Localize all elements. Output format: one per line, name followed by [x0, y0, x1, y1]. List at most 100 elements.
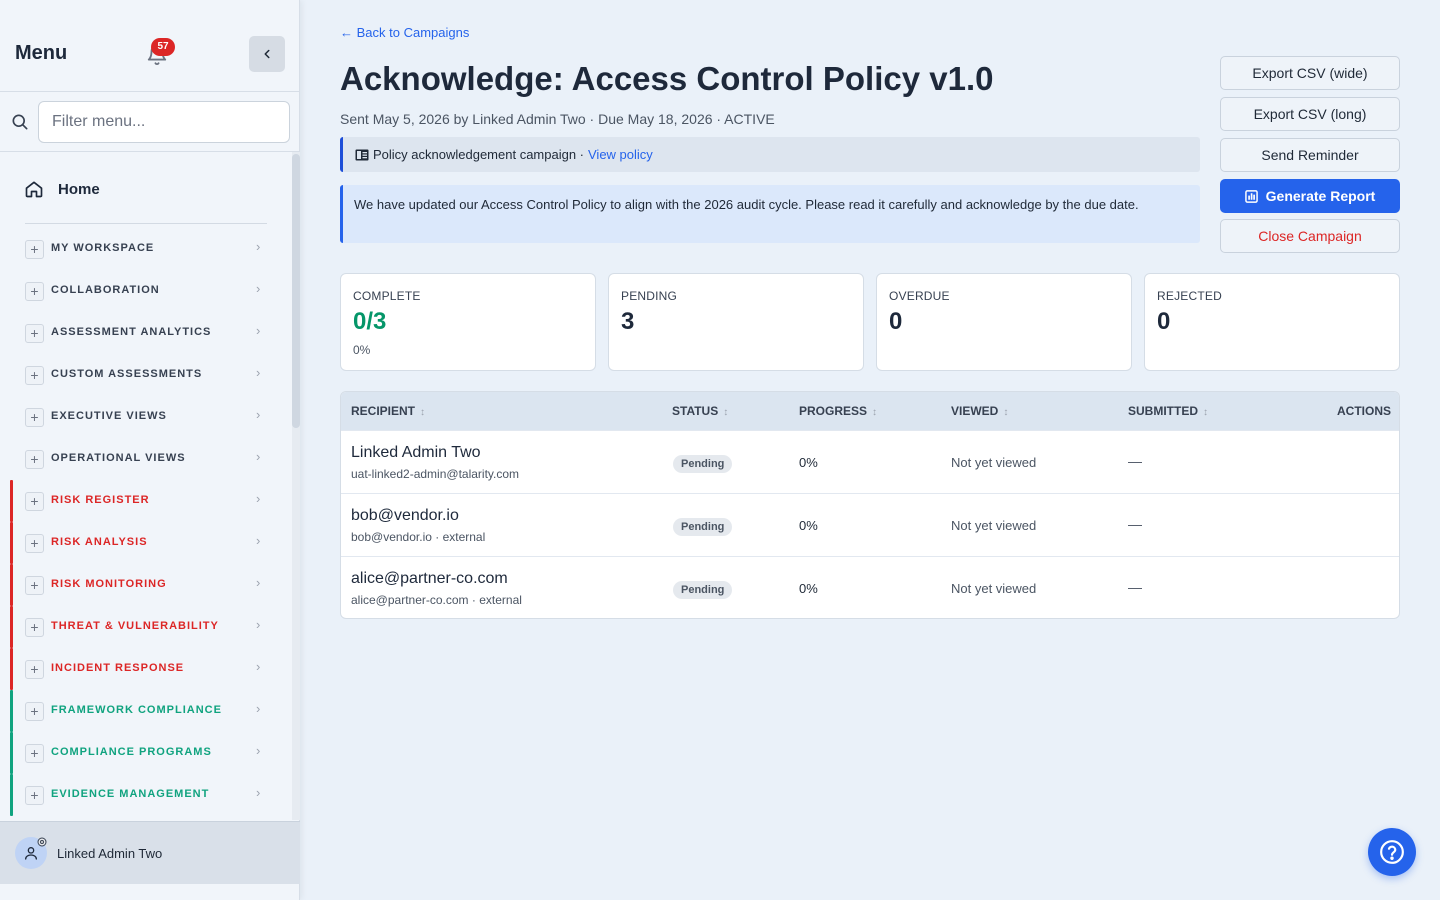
help-button[interactable] [1368, 828, 1416, 876]
table-row[interactable]: Linked Admin Two uat-linked2-admin@talar… [341, 430, 1399, 493]
chevron-right-icon: › [256, 533, 261, 548]
expand-icon: + [25, 660, 44, 679]
close-campaign-button[interactable]: Close Campaign [1220, 219, 1400, 253]
sidebar-item-collaboration[interactable]: + COLLABORATION › [0, 270, 290, 312]
export-csv-long-button[interactable]: Export CSV (long) [1220, 97, 1400, 131]
chevron-right-icon: › [256, 743, 261, 758]
stat-label: OVERDUE [889, 289, 950, 303]
stat-value: 0/3 [353, 308, 387, 335]
sidebar-item-my-workspace[interactable]: + MY WORKSPACE › [0, 228, 290, 270]
chevron-right-icon: › [256, 617, 261, 632]
viewed-value: Not yet viewed [951, 581, 1037, 596]
column-header-submitted[interactable]: SUBMITTED ↕ [1128, 404, 1208, 418]
sidebar-item-framework-compliance[interactable]: + FRAMEWORK COMPLIANCE › [0, 690, 290, 732]
expand-icon: + [25, 786, 44, 805]
expand-icon: + [25, 534, 44, 553]
column-header-viewed[interactable]: VIEWED ↕ [951, 404, 1008, 418]
table-row[interactable]: alice@partner-co.com alice@partner-co.co… [341, 556, 1399, 618]
home-icon [25, 181, 43, 198]
sidebar-item-risk-analysis[interactable]: + RISK ANALYSIS › [0, 522, 290, 564]
column-label: STATUS [672, 404, 719, 418]
sidebar-item-home[interactable]: Home [24, 174, 100, 204]
stat-sub: 0% [353, 343, 371, 357]
chevron-right-icon: › [256, 785, 261, 800]
divider [25, 223, 267, 224]
export-csv-wide-button[interactable]: Export CSV (wide) [1220, 56, 1400, 90]
recipient-email: alice@partner-co.com · external [351, 593, 522, 607]
sidebar-item-label: INCIDENT RESPONSE [51, 662, 185, 674]
sidebar-user[interactable]: Linked Admin Two [0, 821, 300, 884]
collapse-sidebar-button[interactable] [249, 36, 285, 72]
sort-icon: ↕ [723, 407, 729, 418]
sidebar-item-risk-register[interactable]: + RISK REGISTER › [0, 480, 290, 522]
sidebar-item-label: FRAMEWORK COMPLIANCE [51, 704, 222, 716]
filter-menu-input[interactable] [38, 101, 290, 143]
progress-value: 0% [799, 518, 818, 533]
stat-card-overdue: OVERDUE 0 [876, 273, 1132, 371]
sidebar-item-label: EVIDENCE MANAGEMENT [51, 788, 210, 800]
stat-value: 3 [621, 308, 635, 335]
sidebar-item-incident-response[interactable]: + INCIDENT RESPONSE › [0, 648, 290, 690]
sidebar-item-label: RISK REGISTER [51, 494, 150, 506]
submitted-value: — [1128, 453, 1142, 469]
recipient-name: Linked Admin Two [351, 444, 481, 461]
view-policy-link[interactable]: View policy [588, 147, 653, 162]
submitted-value: — [1128, 579, 1142, 595]
chevron-left-icon [264, 49, 270, 59]
column-header-progress[interactable]: PROGRESS ↕ [799, 404, 877, 418]
expand-icon: + [25, 744, 44, 763]
column-label: SUBMITTED [1128, 404, 1198, 418]
expand-icon: + [25, 576, 44, 595]
group-accent-bar [10, 732, 13, 774]
generate-report-button[interactable]: Generate Report [1220, 179, 1400, 213]
home-label: Home [58, 180, 100, 198]
column-label: VIEWED [951, 404, 999, 418]
sort-icon: ↕ [420, 407, 426, 418]
column-label: PROGRESS [799, 404, 868, 418]
back-to-campaigns-link[interactable]: ← Back to Campaigns [340, 25, 469, 40]
recipient-name: bob@vendor.io [351, 507, 459, 524]
sidebar-item-label: EXECUTIVE VIEWS [51, 410, 167, 422]
sidebar-item-assessment-analytics[interactable]: + ASSESSMENT ANALYTICS › [0, 312, 290, 354]
recipient-email: uat-linked2-admin@talarity.com [351, 467, 520, 481]
search-icon [12, 114, 28, 130]
table-row[interactable]: bob@vendor.io bob@vendor.io · external P… [341, 493, 1399, 556]
stat-value: 0 [889, 308, 903, 335]
group-accent-bar [10, 774, 13, 816]
document-icon [355, 149, 369, 160]
campaign-info-bar: Policy acknowledgement campaign · View p… [340, 137, 1200, 172]
column-header-actions: ACTIONS [1337, 404, 1391, 418]
gear-icon[interactable] [36, 836, 48, 848]
expand-icon: + [25, 240, 44, 259]
sidebar-item-custom-assessments[interactable]: + CUSTOM ASSESSMENTS › [0, 354, 290, 396]
sidebar-item-operational-views[interactable]: + OPERATIONAL VIEWS › [0, 438, 290, 480]
scrollbar-thumb[interactable] [292, 154, 300, 428]
stat-label: COMPLETE [353, 289, 421, 303]
stat-card-pending: PENDING 3 [608, 273, 864, 371]
sidebar-scrollbar[interactable] [292, 152, 300, 820]
status-badge: Pending [673, 518, 733, 536]
group-accent-bar [10, 522, 13, 564]
stat-card-rejected: REJECTED 0 [1144, 273, 1400, 371]
send-reminder-button[interactable]: Send Reminder [1220, 138, 1400, 172]
sidebar-item-threat-and-vulnerability[interactable]: + THREAT & VULNERABILITY › [0, 606, 290, 648]
expand-icon: + [25, 492, 44, 511]
sidebar-item-risk-monitoring[interactable]: + RISK MONITORING › [0, 564, 290, 606]
sidebar-item-compliance-programs[interactable]: + COMPLIANCE PROGRAMS › [0, 732, 290, 774]
sidebar-header: Menu 57 [0, 0, 300, 92]
sidebar-item-executive-views[interactable]: + EXECUTIVE VIEWS › [0, 396, 290, 438]
recipients-table: RECIPIENT ↕ STATUS ↕ PROGRESS ↕ VIEWED ↕ SUB… [340, 391, 1400, 619]
column-header-recipient[interactable]: RECIPIENT ↕ [351, 404, 425, 418]
submitted-value: — [1128, 516, 1142, 532]
page-title: Acknowledge: Access Control Policy v1.0 [340, 60, 994, 97]
sort-icon: ↕ [1003, 407, 1009, 418]
group-accent-bar [10, 480, 13, 522]
expand-icon: + [25, 408, 44, 427]
expand-icon: + [25, 702, 44, 721]
expand-icon: + [25, 618, 44, 637]
sort-icon: ↕ [1203, 407, 1208, 418]
expand-icon: + [25, 282, 44, 301]
sidebar-item-evidence-management[interactable]: + EVIDENCE MANAGEMENT › [0, 774, 290, 816]
column-header-status[interactable]: STATUS ↕ [672, 404, 728, 418]
expand-icon: + [25, 366, 44, 385]
